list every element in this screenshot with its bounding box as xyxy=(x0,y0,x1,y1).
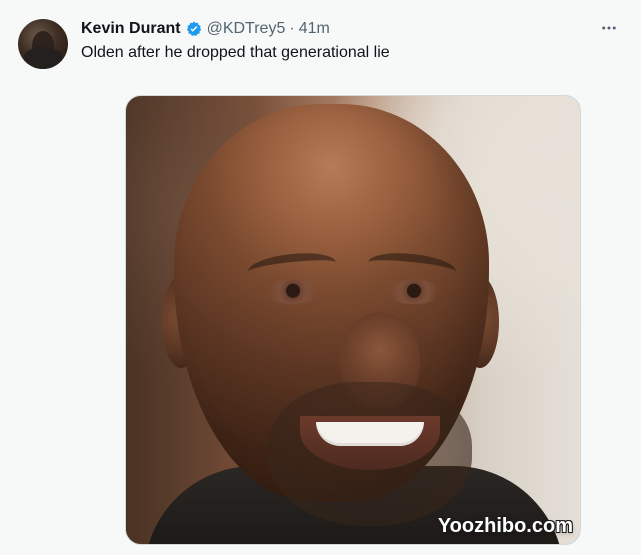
tweet-card: Kevin Durant @KDTrey5 · 41m Olden after … xyxy=(0,0,641,555)
more-icon[interactable] xyxy=(597,16,621,40)
verified-badge-icon xyxy=(185,20,203,38)
right-eye xyxy=(383,280,445,304)
watermark-text: Yoozhibo.com xyxy=(437,515,573,537)
tweet-time[interactable]: 41m xyxy=(299,20,330,38)
tweet-text: Olden after he dropped that generational… xyxy=(81,44,390,61)
time-separator: · xyxy=(289,20,295,37)
user-display-name[interactable]: Kevin Durant xyxy=(81,20,181,38)
teeth xyxy=(316,422,424,446)
left-eye xyxy=(262,280,324,304)
tweet-header: Kevin Durant @KDTrey5 · 41m xyxy=(81,19,330,39)
tweet-image[interactable]: Yoozhibo.com xyxy=(125,95,581,545)
user-handle[interactable]: @KDTrey5 xyxy=(207,20,286,38)
user-avatar[interactable] xyxy=(18,19,68,69)
avatar-shoulders xyxy=(24,47,62,69)
